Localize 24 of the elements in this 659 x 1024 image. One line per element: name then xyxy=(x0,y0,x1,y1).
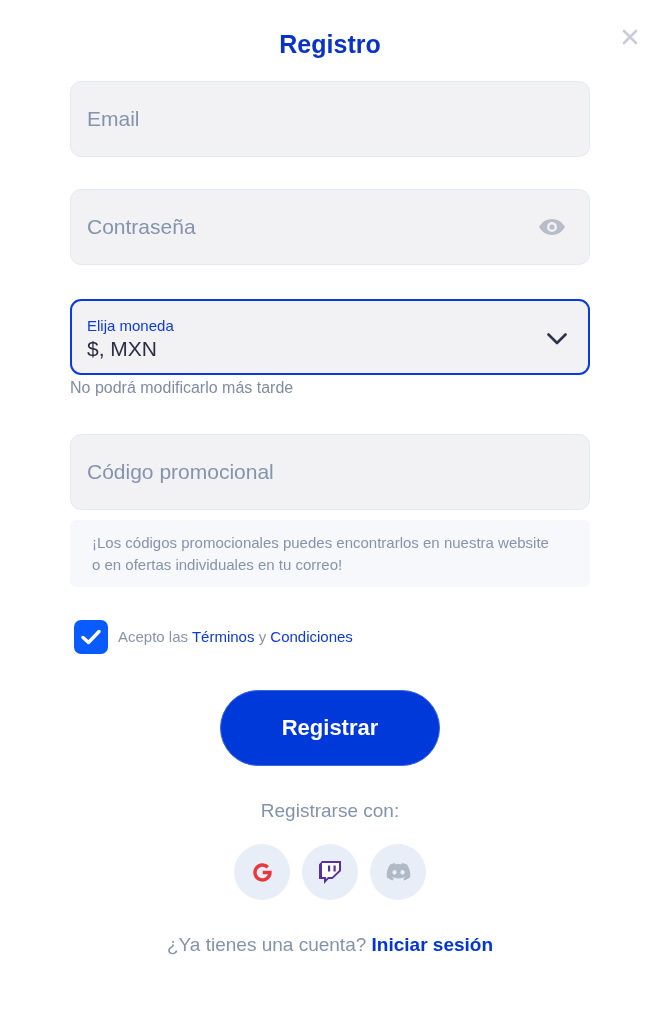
social-login-button[interactable] xyxy=(234,844,290,900)
chevron-down-icon xyxy=(547,333,567,345)
game-controller-icon xyxy=(385,862,411,882)
password-field[interactable]: Contraseña xyxy=(70,189,590,265)
select-value: $, MXN xyxy=(87,336,157,361)
input-field[interactable]: Código promocional xyxy=(70,434,590,510)
social-login-button[interactable] xyxy=(302,844,358,900)
terms-link[interactable]: Términos xyxy=(191,628,255,645)
check-icon xyxy=(81,629,101,645)
g-letter-icon xyxy=(252,862,272,882)
field-label: Elija moneda xyxy=(87,317,174,334)
terms-label: Acepto las Términos y Condiciones xyxy=(118,628,353,646)
register-button[interactable]: Registrar xyxy=(220,690,440,766)
speech-bubble-icon xyxy=(319,860,341,884)
dialog-title: Registro xyxy=(279,29,381,59)
currency-select[interactable]: Elija moneda $, MXN xyxy=(70,299,590,375)
hint-text: No podrá modificarlo más tarde xyxy=(70,378,294,397)
input-field[interactable]: Email xyxy=(70,81,590,157)
terms-link[interactable]: Condiciones xyxy=(270,628,353,645)
checkbox[interactable] xyxy=(74,620,108,654)
login-link[interactable]: Iniciar sesión xyxy=(371,934,493,955)
info-note: ¡Los códigos promocionales puedes encontrarlos en nuestra website o en ofertas individuales en tu correo! xyxy=(70,520,590,587)
social-heading: Registrarse con: xyxy=(260,800,400,822)
login-prompt: ¿Ya tienes una cuenta? Iniciar sesión xyxy=(167,934,493,956)
